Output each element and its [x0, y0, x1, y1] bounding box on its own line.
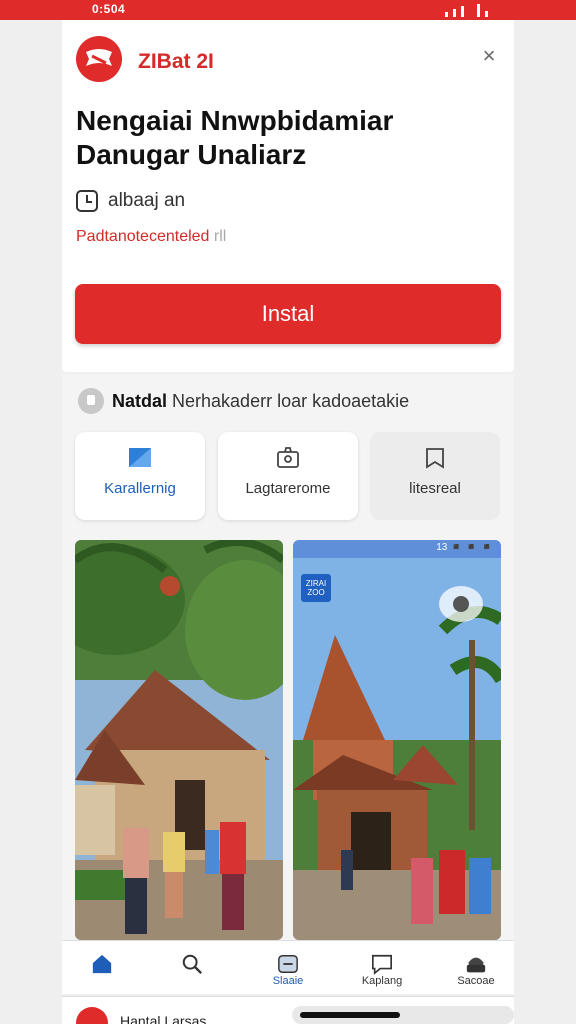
status-icons [445, 4, 488, 17]
chip-lagtarerome[interactable]: Lagtarerome [218, 432, 358, 520]
nav-slaaie[interactable]: Slaaie [248, 941, 328, 995]
search-icon [182, 954, 203, 975]
screenshot-status-text: 13 ◾ ◾ ◾ [436, 542, 493, 553]
home-icon [92, 954, 112, 974]
publisher-suffix: rll [209, 228, 227, 245]
screenshot-badge: ZIRAI ZOO [301, 574, 331, 602]
app-info-card: ZIBat 2I × Nengaiai Nnwpbidamiar Danugar… [62, 20, 514, 372]
chip-label: litesreal [409, 480, 461, 497]
peek-text: Hantal Larsas [120, 1013, 207, 1024]
bookmark-icon [426, 448, 444, 469]
chat-icon [372, 954, 392, 975]
chip-label: Lagtarerome [245, 480, 331, 497]
nav-label: Kaplang [361, 975, 403, 987]
nav-sacoae[interactable]: Sacoae [436, 941, 516, 995]
publisher-name: Padtanotecenteled [76, 228, 210, 245]
wifi-icon [477, 4, 480, 17]
nav-home[interactable] [62, 941, 142, 995]
screenshot-2[interactable]: 13 ◾ ◾ ◾ ZIRAI ZOO [293, 540, 501, 940]
signal-icon [445, 12, 448, 17]
time-row: albaaj an [76, 190, 185, 212]
peek-logo [76, 1007, 108, 1024]
clock-icon [76, 190, 98, 212]
info-bold: Natdal [112, 390, 168, 411]
nav-search[interactable] [152, 941, 232, 995]
chip-litesreal[interactable]: litesreal [370, 432, 500, 520]
info-text: Natdal Nerhakaderr loar kadoaetakie [112, 391, 409, 412]
flag-icon [129, 448, 151, 467]
publisher-link[interactable]: Padtanotecenteled rll [76, 228, 226, 246]
app-icon [278, 955, 298, 973]
status-bar: 0:504 [0, 0, 576, 20]
photo-icon [277, 447, 299, 468]
time-label: albaaj an [108, 190, 186, 211]
info-rest: Nerhakaderr loar kadoaetakie [167, 390, 410, 411]
nav-kaplang[interactable]: Kaplang [342, 941, 422, 995]
info-row: Natdal Nerhakaderr loar kadoaetakie [78, 388, 409, 414]
close-button[interactable]: × [474, 42, 504, 72]
screenshot-status-bar: 13 ◾ ◾ ◾ [293, 540, 501, 558]
info-icon [78, 388, 104, 414]
app-logo [76, 36, 122, 82]
chip-karallernig[interactable]: Karallernig [75, 432, 205, 520]
chip-label: Karallernig [104, 480, 176, 497]
nav-label: Slaaie [272, 975, 304, 987]
brand-name: ZIBat 2I [138, 50, 214, 73]
nav-label: Sacoae [457, 975, 495, 987]
profile-icon [466, 957, 486, 973]
bottom-nav: Slaaie Kaplang Sacoae [62, 940, 514, 994]
app-title: Nengaiai Nnwpbidamiar Danugar Unaliarz [76, 105, 394, 170]
status-time: 0:504 [92, 2, 126, 16]
camera-icon[interactable] [439, 586, 483, 622]
village-photo [75, 540, 283, 940]
home-indicator[interactable] [300, 1012, 400, 1018]
details-section: Natdal Nerhakaderr loar kadoaetakie Kara… [62, 374, 514, 944]
battery-icon [485, 11, 488, 17]
screenshot-1[interactable] [75, 540, 283, 940]
install-button[interactable]: Instal [75, 284, 501, 344]
